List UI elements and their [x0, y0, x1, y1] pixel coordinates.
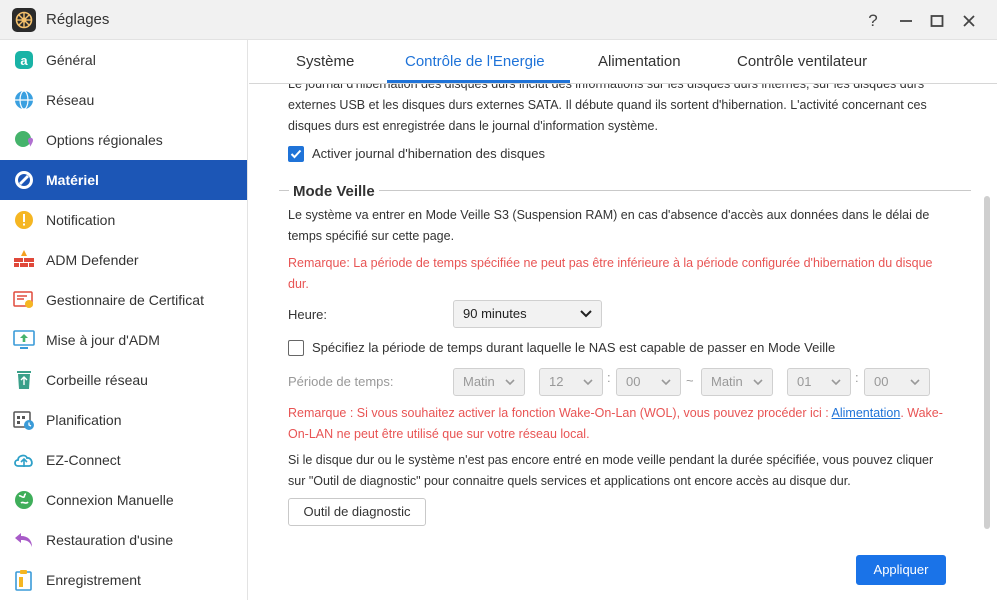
sleep-period-checkbox[interactable]: [288, 340, 304, 356]
settings-app-icon: [12, 8, 36, 32]
sidebar-item-network-recycle-bin[interactable]: Corbeille réseau: [0, 360, 247, 400]
sidebar-item-hardware[interactable]: Matériel: [0, 160, 247, 200]
chevron-down-icon: [505, 379, 515, 386]
end-ampm-select[interactable]: Matin: [701, 368, 773, 396]
sleep-mode-warning: Remarque: La période de temps spécifiée …: [288, 256, 933, 291]
title-bar: Réglages ?: [0, 0, 997, 40]
window-title: Réglages: [46, 11, 110, 28]
minimize-button[interactable]: [895, 10, 917, 32]
undo-icon: [15, 533, 32, 547]
sleep-period-label: Spécifiez la période de temps durant laq…: [312, 340, 836, 355]
sidebar-item-manual-connect[interactable]: Connexion Manuelle: [0, 480, 247, 520]
content-scrollbar[interactable]: [984, 196, 990, 529]
tab-fan-control[interactable]: Contrôle ventilateur: [737, 53, 867, 70]
certificate-icon: [13, 291, 33, 308]
hibernation-log-description: Le journal d'hibernation des disques dur…: [288, 84, 927, 133]
schedule-icon: [13, 411, 34, 430]
sleep-mode-description: Le système va entrer en Mode Veille S3 (…: [288, 208, 930, 243]
close-button[interactable]: [958, 10, 980, 32]
tab-bar: Système Contrôle de l'Energie Alimentati…: [249, 40, 997, 84]
sidebar-item-schedule[interactable]: Planification: [0, 400, 247, 440]
sidebar-item-registration[interactable]: Enregistrement: [0, 560, 247, 600]
help-icon: ?: [868, 11, 878, 30]
start-hour-select[interactable]: 12: [539, 368, 603, 396]
end-minute-select[interactable]: 00: [864, 368, 930, 396]
notification-icon: [15, 211, 33, 229]
maximize-button[interactable]: [926, 10, 948, 32]
cloud-icon: [14, 454, 33, 467]
sidebar-item-factory-reset[interactable]: Restauration d'usine: [0, 520, 247, 560]
maximize-icon: [930, 15, 944, 27]
chevron-down-icon: [661, 379, 671, 386]
tab-power-control[interactable]: Contrôle de l'Energie: [405, 53, 545, 70]
range-tilde: ~: [686, 373, 694, 388]
help-button[interactable]: ?: [862, 10, 884, 32]
hour-select[interactable]: 90 minutes: [453, 300, 602, 328]
apply-button[interactable]: Appliquer: [856, 555, 946, 585]
chevron-down-icon: [831, 379, 841, 386]
section-divider: [279, 190, 289, 191]
general-icon: a: [15, 51, 33, 69]
globe-icon: [15, 491, 33, 509]
diagnostic-description: Si le disque dur ou le système n'est pas…: [288, 453, 934, 488]
sidebar-item-ez-connect[interactable]: EZ-Connect: [0, 440, 247, 480]
chevron-down-icon: [910, 379, 920, 386]
close-icon: [963, 15, 975, 27]
update-icon: [13, 330, 35, 349]
power-control-panel: Le journal d'hibernation des disques dur…: [249, 84, 997, 600]
start-minute-select[interactable]: 00: [616, 368, 681, 396]
sidebar-item-notification[interactable]: Notification: [0, 200, 247, 240]
chevron-down-icon: [583, 379, 593, 386]
sidebar-item-general[interactable]: a Général: [0, 40, 247, 80]
active-tab-indicator: [387, 80, 570, 83]
power-supply-link[interactable]: Alimentation: [832, 406, 901, 420]
chevron-down-icon: [753, 379, 763, 386]
sidebar-item-adm-update[interactable]: Mise à jour d'ADM: [0, 320, 247, 360]
tab-power-supply[interactable]: Alimentation: [598, 53, 681, 70]
time-colon: :: [607, 370, 611, 385]
diagnostic-tool-button[interactable]: Outil de diagnostic: [288, 498, 426, 526]
section-divider: [379, 190, 971, 191]
hour-label: Heure:: [288, 307, 328, 322]
checkmark-icon: [290, 149, 302, 159]
sidebar-item-regional-options[interactable]: Options régionales: [0, 120, 247, 160]
network-icon: [15, 90, 33, 110]
time-colon: :: [855, 370, 859, 385]
firewall-icon: [14, 250, 34, 267]
clipboard-icon: [15, 570, 32, 591]
regional-options-icon: [15, 131, 33, 147]
sidebar-item-certificate[interactable]: Gestionnaire de Certificat: [0, 280, 247, 320]
recycle-bin-icon: [17, 371, 31, 389]
start-ampm-select[interactable]: Matin: [453, 368, 525, 396]
hibernation-log-label: Activer journal d'hibernation des disque…: [312, 146, 546, 161]
time-period-label: Période de temps:: [288, 374, 394, 389]
hardware-icon: [15, 171, 33, 189]
end-hour-select[interactable]: 01: [787, 368, 851, 396]
sidebar: a Général Réseau Options régionales Maté…: [0, 40, 248, 600]
chevron-down-icon: [580, 310, 592, 318]
sleep-mode-title: Mode Veille: [293, 183, 375, 200]
svg-text:a: a: [20, 53, 28, 68]
tab-system[interactable]: Système: [296, 53, 354, 70]
sidebar-item-adm-defender[interactable]: ADM Defender: [0, 240, 247, 280]
minimize-icon: [900, 20, 912, 22]
hibernation-log-checkbox[interactable]: [288, 146, 304, 162]
sidebar-item-network[interactable]: Réseau: [0, 80, 247, 120]
wol-warning: Remarque : Si vous souhaitez activer la …: [288, 406, 943, 441]
